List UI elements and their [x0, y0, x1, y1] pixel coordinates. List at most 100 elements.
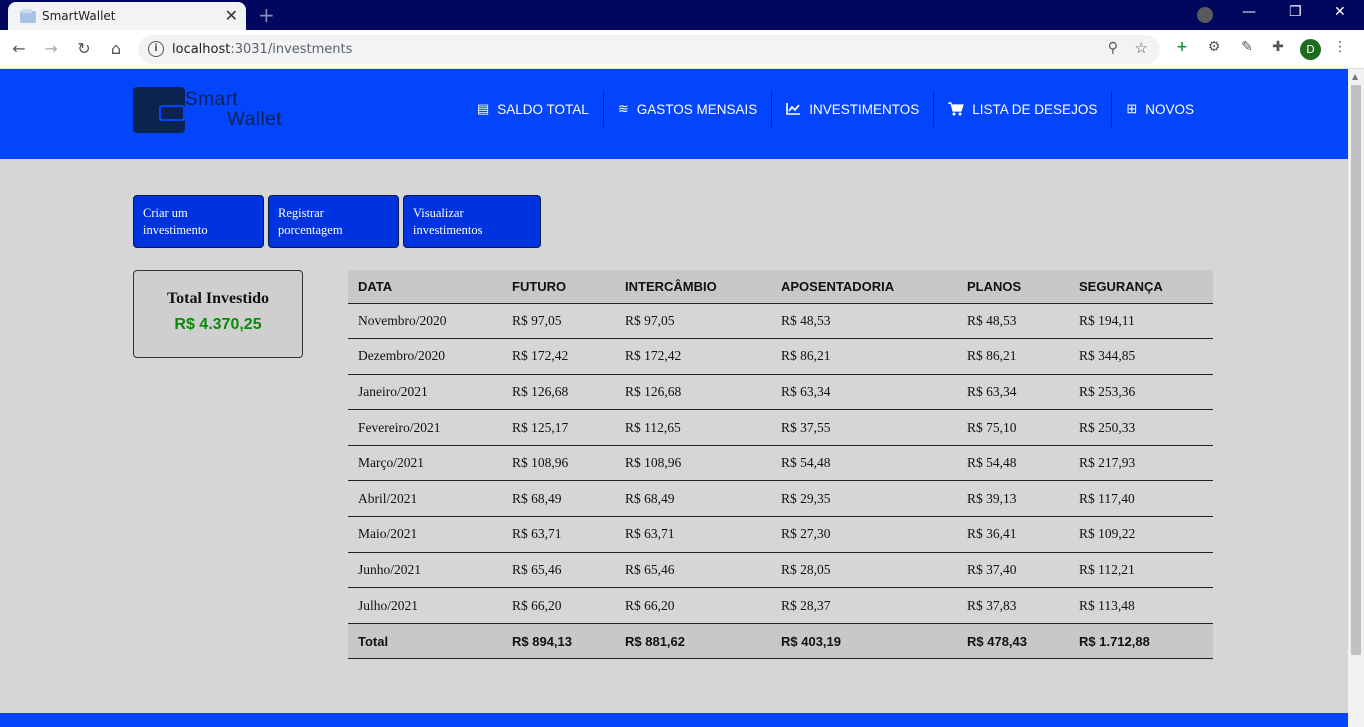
menu-label: NOVOS	[1145, 101, 1194, 117]
table-cell: R$ 68,49	[615, 480, 771, 518]
table-cell: R$ 112,21	[1069, 552, 1213, 589]
table-cell: R$ 36,41	[957, 516, 1069, 553]
button-label-line1: Visualizar	[413, 206, 464, 220]
investments-table: DATA FUTURO INTERCÂMBIO APOSENTADORIA PL…	[348, 270, 1213, 660]
site-navbar: Smart Wallet ▤ SALDO TOTAL ≋ GASTOS MENS…	[0, 69, 1348, 159]
tab-search-icon[interactable]	[1197, 7, 1213, 23]
address-bar[interactable]: i localhost:3031/investments ⚲ ☆	[138, 35, 1160, 64]
close-tab-icon[interactable]: ✕	[225, 6, 238, 25]
table-cell: R$ 109,22	[1069, 516, 1213, 553]
view-investments-button[interactable]: Visualizar investimentos	[403, 195, 541, 248]
button-label-line2: porcentagem	[278, 223, 343, 237]
extension-plus-icon[interactable]: +	[1172, 39, 1192, 59]
browser-toolbar: ← → ↻ ⌂ i localhost:3031/investments ⚲ ☆…	[0, 30, 1364, 69]
create-investment-button[interactable]: Criar um investimento	[133, 195, 264, 248]
menu-label: SALDO TOTAL	[497, 101, 589, 117]
table-cell: R$ 86,21	[771, 338, 957, 375]
table-cell: R$ 39,13	[957, 480, 1069, 518]
receipt-icon: ▤	[476, 101, 490, 116]
restore-icon[interactable]: ❐	[1289, 4, 1302, 20]
plus-square-icon: ⊞	[1126, 101, 1138, 116]
table-header-row: DATA FUTURO INTERCÂMBIO APOSENTADORIA PL…	[348, 270, 1213, 304]
table-cell: R$ 63,34	[771, 374, 957, 411]
table-row: Fevereiro/2021 R$ 125,17 R$ 112,65 R$ 37,55…	[348, 409, 1213, 446]
menu-item-saldo-total[interactable]: ▤ SALDO TOTAL	[463, 91, 604, 127]
site-footer	[0, 713, 1348, 727]
close-window-icon[interactable]: ✕	[1334, 4, 1346, 20]
table-cell: R$ 28,37	[771, 587, 957, 624]
table-cell: R$ 75,10	[957, 409, 1069, 446]
table-cell: R$ 126,68	[502, 374, 615, 411]
column-header: DATA	[348, 270, 502, 304]
coins-icon: ≋	[617, 101, 629, 116]
smartwallet-logo[interactable]: Smart Wallet	[133, 83, 293, 137]
page-scrollbar[interactable]: ▲	[1348, 69, 1364, 727]
table-cell: R$ 68,49	[502, 480, 615, 518]
minimize-icon[interactable]: —	[1242, 4, 1256, 20]
table-cell: R$ 250,33	[1069, 409, 1213, 446]
extensions-puzzle-icon[interactable]: ✚	[1268, 39, 1288, 59]
table-cell: R$ 65,46	[502, 552, 615, 589]
action-buttons: Criar um investimento Registrar porcenta…	[133, 195, 541, 248]
extension-pen-icon[interactable]: ✎	[1237, 39, 1257, 59]
table-total-row: Total R$ 894,13 R$ 881,62 R$ 403,19 R$ 478,4…	[348, 623, 1213, 660]
menu-item-novos[interactable]: ⊞ NOVOS	[1112, 91, 1208, 127]
new-tab-icon[interactable]: +	[258, 3, 275, 27]
logo-text-smart: Smart	[185, 89, 239, 110]
table-row: Novembro/2020 R$ 97,05 R$ 97,05 R$ 48,53 R$ …	[348, 303, 1213, 340]
button-label-line1: Criar um	[143, 206, 188, 220]
url-path: :3031/investments	[230, 42, 353, 57]
logo-text-wallet: Wallet	[227, 109, 283, 130]
table-row: Março/2021 R$ 108,96 R$ 108,96 R$ 54,48 R$ 5…	[348, 445, 1213, 482]
chart-line-icon	[786, 103, 801, 115]
table-row: Maio/2021 R$ 63,71 R$ 63,71 R$ 27,30 R$ 36,4…	[348, 516, 1213, 553]
forward-icon[interactable]: →	[40, 38, 62, 60]
wallet-favicon-icon	[20, 9, 36, 23]
table-cell: R$ 172,42	[615, 338, 771, 375]
table-cell: Dezembro/2020	[348, 338, 502, 375]
back-icon[interactable]: ←	[8, 38, 30, 60]
table-cell: R$ 125,17	[502, 409, 615, 446]
table-cell: R$ 108,96	[615, 445, 771, 482]
browser-menu-icon[interactable]: ⋮	[1330, 39, 1350, 59]
table-cell: R$ 172,42	[502, 338, 615, 375]
bookmark-star-icon[interactable]: ☆	[1135, 39, 1148, 57]
browser-tab[interactable]: SmartWallet ✕	[8, 2, 246, 30]
table-cell: R$ 66,20	[615, 587, 771, 624]
table-cell: R$ 54,48	[771, 445, 957, 482]
table-cell: R$ 126,68	[615, 374, 771, 411]
table-cell: R$ 37,83	[957, 587, 1069, 624]
zoom-icon[interactable]: ⚲	[1108, 40, 1118, 56]
table-cell: R$ 27,30	[771, 516, 957, 553]
home-icon[interactable]: ⌂	[105, 38, 127, 60]
profile-avatar[interactable]: D	[1300, 39, 1321, 60]
menu-label: INVESTIMENTOS	[809, 101, 920, 117]
table-cell: R$ 217,93	[1069, 445, 1213, 482]
reload-icon[interactable]: ↻	[73, 38, 95, 60]
table-cell: R$ 113,48	[1069, 587, 1213, 624]
table-cell: Fevereiro/2021	[348, 409, 502, 446]
menu-item-lista-de-desejos[interactable]: LISTA DE DESEJOS	[934, 91, 1113, 127]
table-cell: R$ 28,05	[771, 552, 957, 589]
table-cell: R$ 63,71	[615, 516, 771, 553]
extension-gear-icon[interactable]: ⚙	[1204, 39, 1224, 59]
total-cell: R$ 403,19	[771, 623, 957, 660]
total-invested-card: Total Investido R$ 4.370,25	[133, 270, 303, 358]
scrollbar-thumb[interactable]	[1351, 85, 1361, 655]
total-cell: R$ 1.712,88	[1069, 623, 1213, 660]
table-cell: R$ 48,53	[771, 303, 957, 340]
site-info-icon[interactable]: i	[148, 41, 164, 57]
menu-item-investimentos[interactable]: INVESTIMENTOS	[772, 91, 935, 127]
table-row: Junho/2021 R$ 65,46 R$ 65,46 R$ 28,05 R$ 37,…	[348, 552, 1213, 589]
menu-item-gastos-mensais[interactable]: ≋ GASTOS MENSAIS	[604, 91, 773, 127]
table-cell: R$ 63,34	[957, 374, 1069, 411]
register-percentage-button[interactable]: Registrar porcentagem	[268, 195, 399, 248]
table-cell: Novembro/2020	[348, 303, 502, 340]
table-cell: R$ 86,21	[957, 338, 1069, 375]
table-cell: R$ 108,96	[502, 445, 615, 482]
table-cell: R$ 117,40	[1069, 480, 1213, 518]
table-cell: Março/2021	[348, 445, 502, 482]
table-body: Novembro/2020 R$ 97,05 R$ 97,05 R$ 48,53 R$ …	[348, 303, 1213, 660]
scroll-up-icon[interactable]: ▲	[1352, 72, 1358, 81]
page-viewport: Smart Wallet ▤ SALDO TOTAL ≋ GASTOS MENS…	[0, 69, 1348, 727]
